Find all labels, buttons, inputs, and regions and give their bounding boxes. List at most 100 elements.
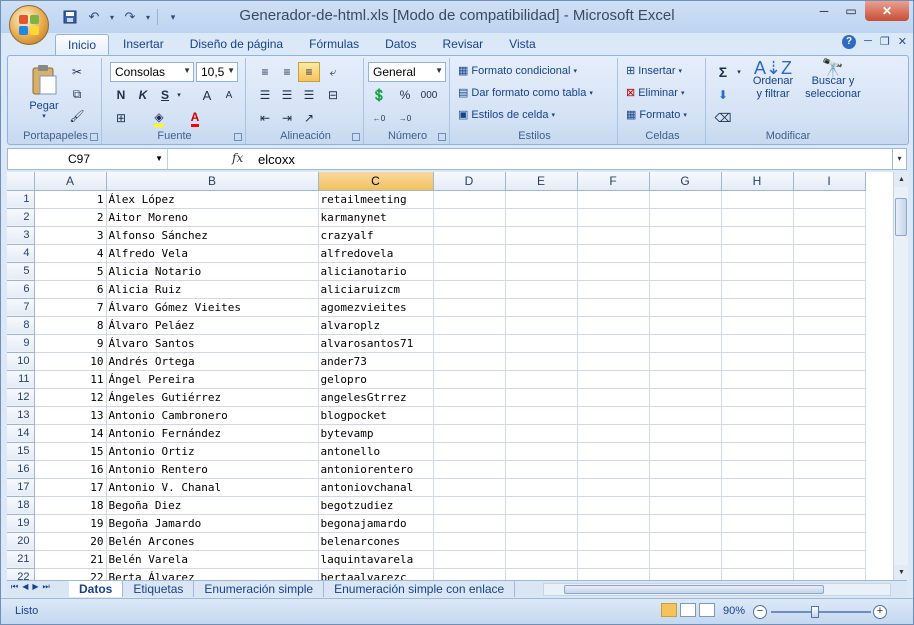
- empty-cell[interactable]: [577, 424, 650, 443]
- row-header[interactable]: 22: [7, 568, 35, 580]
- merge-center-icon[interactable]: ⊟: [322, 85, 344, 105]
- empty-cell[interactable]: [433, 568, 506, 580]
- empty-cell[interactable]: [649, 280, 722, 299]
- cell-a[interactable]: 20: [34, 532, 107, 551]
- align-middle-icon[interactable]: ≡: [276, 62, 298, 82]
- cell-a[interactable]: 5: [34, 262, 107, 281]
- cell-b[interactable]: Alicia Ruiz: [106, 280, 319, 299]
- empty-cell[interactable]: [577, 442, 650, 461]
- cell-a[interactable]: 12: [34, 388, 107, 407]
- empty-cell[interactable]: [577, 388, 650, 407]
- row-header[interactable]: 3: [7, 226, 35, 245]
- empty-cell[interactable]: [577, 280, 650, 299]
- empty-cell[interactable]: [721, 298, 794, 317]
- zoom-level[interactable]: 90%: [723, 605, 745, 617]
- cell-b[interactable]: Antonio Rentero: [106, 460, 319, 479]
- cell-c[interactable]: ander73: [318, 352, 434, 371]
- sheet-tab-enumeracion-simple[interactable]: Enumeración simple: [194, 581, 325, 597]
- copy-icon[interactable]: ⧉: [66, 84, 88, 104]
- empty-cell[interactable]: [433, 244, 506, 263]
- page-break-view-icon[interactable]: [699, 603, 715, 617]
- row-header[interactable]: 15: [7, 442, 35, 461]
- empty-cell[interactable]: [433, 316, 506, 335]
- empty-cell[interactable]: [649, 514, 722, 533]
- cell-b[interactable]: Belén Varela: [106, 550, 319, 569]
- cell-a[interactable]: 4: [34, 244, 107, 263]
- orientation-icon[interactable]: ↗: [298, 108, 320, 128]
- tab-inicio[interactable]: Inicio: [55, 34, 110, 56]
- last-sheet-icon[interactable]: ⏭: [43, 582, 50, 592]
- empty-cell[interactable]: [721, 280, 794, 299]
- empty-cell[interactable]: [721, 334, 794, 353]
- empty-cell[interactable]: [433, 370, 506, 389]
- empty-cell[interactable]: [577, 316, 650, 335]
- cell-a[interactable]: 19: [34, 514, 107, 533]
- empty-cell[interactable]: [433, 334, 506, 353]
- empty-cell[interactable]: [793, 208, 866, 227]
- cell-a[interactable]: 17: [34, 478, 107, 497]
- empty-cell[interactable]: [433, 442, 506, 461]
- empty-cell[interactable]: [505, 334, 578, 353]
- empty-cell[interactable]: [577, 514, 650, 533]
- shrink-font-button[interactable]: A: [218, 85, 240, 105]
- maximize-icon[interactable]: ▭: [838, 1, 864, 21]
- empty-cell[interactable]: [577, 460, 650, 479]
- empty-cell[interactable]: [649, 352, 722, 371]
- column-header[interactable]: F: [577, 172, 650, 191]
- empty-cell[interactable]: [721, 262, 794, 281]
- find-select-button[interactable]: 🔭 Buscar y seleccionar: [802, 59, 864, 101]
- empty-cell[interactable]: [649, 532, 722, 551]
- row-header[interactable]: 12: [7, 388, 35, 407]
- row-header[interactable]: 17: [7, 478, 35, 497]
- empty-cell[interactable]: [505, 424, 578, 443]
- number-format-combo[interactable]: General ▼: [368, 62, 446, 82]
- cell-c[interactable]: alfredovela: [318, 244, 434, 263]
- cell-b[interactable]: Álvaro Peláez: [106, 316, 319, 335]
- sheet-tab-etiquetas[interactable]: Etiquetas: [123, 581, 195, 597]
- cell-b[interactable]: Álvaro Santos: [106, 334, 319, 353]
- cell-c[interactable]: angelesGtrrez: [318, 388, 434, 407]
- row-header[interactable]: 4: [7, 244, 35, 263]
- empty-cell[interactable]: [577, 244, 650, 263]
- cell-b[interactable]: Belén Arcones: [106, 532, 319, 551]
- empty-cell[interactable]: [577, 226, 650, 245]
- empty-cell[interactable]: [577, 568, 650, 580]
- row-header[interactable]: 2: [7, 208, 35, 227]
- empty-cell[interactable]: [793, 550, 866, 569]
- align-bottom-icon[interactable]: ≡: [298, 62, 320, 82]
- empty-cell[interactable]: [649, 208, 722, 227]
- empty-cell[interactable]: [793, 514, 866, 533]
- row-header[interactable]: 9: [7, 334, 35, 353]
- size-dropdown-icon[interactable]: ▼: [227, 66, 235, 75]
- empty-cell[interactable]: [793, 244, 866, 263]
- autosum-button[interactable]: Σ: [712, 62, 734, 82]
- empty-cell[interactable]: [793, 298, 866, 317]
- empty-cell[interactable]: [505, 388, 578, 407]
- borders-icon[interactable]: ⊞: [110, 108, 132, 128]
- empty-cell[interactable]: [577, 550, 650, 569]
- cell-a[interactable]: 21: [34, 550, 107, 569]
- empty-cell[interactable]: [433, 478, 506, 497]
- sheet-tab-enumeracion-enlace[interactable]: Enumeración simple con enlace: [324, 581, 516, 597]
- empty-cell[interactable]: [793, 334, 866, 353]
- empty-cell[interactable]: [721, 316, 794, 335]
- empty-cell[interactable]: [793, 496, 866, 515]
- help-icon[interactable]: ?: [842, 35, 857, 49]
- cell-styles-button[interactable]: ▣ Estilos de celda ▾: [458, 108, 555, 122]
- empty-cell[interactable]: [505, 532, 578, 551]
- font-dropdown-icon[interactable]: ▼: [183, 66, 191, 75]
- empty-cell[interactable]: [793, 262, 866, 281]
- empty-cell[interactable]: [721, 424, 794, 443]
- clear-icon[interactable]: ⌫: [712, 108, 734, 128]
- empty-cell[interactable]: [433, 190, 506, 209]
- empty-cell[interactable]: [505, 352, 578, 371]
- row-header[interactable]: 18: [7, 496, 35, 515]
- cell-c[interactable]: begonajamardo: [318, 514, 434, 533]
- empty-cell[interactable]: [649, 478, 722, 497]
- sort-filter-button[interactable]: A⇣Z Ordenar y filtrar: [748, 59, 798, 101]
- cell-a[interactable]: 6: [34, 280, 107, 299]
- empty-cell[interactable]: [505, 298, 578, 317]
- empty-cell[interactable]: [721, 406, 794, 425]
- row-header[interactable]: 14: [7, 424, 35, 443]
- empty-cell[interactable]: [721, 370, 794, 389]
